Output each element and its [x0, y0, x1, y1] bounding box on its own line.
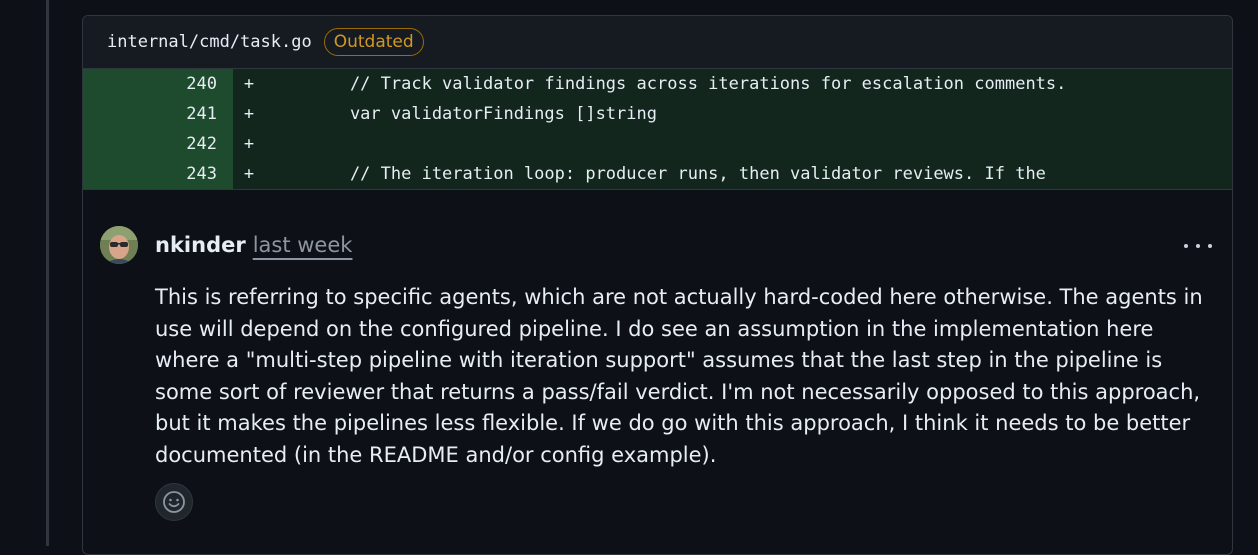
- line-number[interactable]: 241: [83, 99, 233, 129]
- comment: nkinder last week This is referring to s…: [83, 189, 1232, 550]
- code-text: // The iteration loop: producer runs, th…: [309, 164, 1046, 184]
- line-number[interactable]: 240: [83, 69, 233, 99]
- diff-hunk: 240 + // Track validator findings across…: [83, 69, 1232, 189]
- comment-header: nkinder last week: [155, 230, 352, 260]
- diff-line: 243 + // The iteration loop: producer ru…: [83, 159, 1232, 189]
- code-text: var validatorFindings []string: [309, 104, 657, 124]
- avatar[interactable]: [100, 226, 138, 264]
- kebab-horizontal-icon[interactable]: [1184, 236, 1212, 256]
- line-number[interactable]: 243: [83, 159, 233, 189]
- line-number[interactable]: 242: [83, 129, 233, 159]
- add-reaction-button[interactable]: [155, 483, 193, 521]
- diff-line: 240 + // Track validator findings across…: [83, 69, 1232, 99]
- user-avatar-icon: [100, 226, 138, 264]
- diff-line: 242 +: [83, 129, 1232, 159]
- file-header: internal/cmd/task.go Outdated: [83, 16, 1232, 69]
- smiley-icon: [163, 491, 185, 513]
- diff-sign: +: [243, 104, 255, 124]
- outdated-badge: Outdated: [323, 28, 424, 56]
- code-text: // Track validator findings across itera…: [309, 74, 1067, 94]
- timestamp-link[interactable]: last week: [253, 230, 353, 260]
- comment-body: This is referring to specific agents, wh…: [155, 285, 1203, 467]
- timeline-line: [46, 0, 49, 546]
- file-path-link[interactable]: internal/cmd/task.go: [107, 32, 312, 52]
- diff-sign: +: [243, 74, 255, 94]
- review-comment-thread: internal/cmd/task.go Outdated 240 + // T…: [82, 15, 1233, 555]
- author-link[interactable]: nkinder: [155, 230, 246, 260]
- diff-sign: +: [243, 134, 255, 154]
- diff-line: 241 + var validatorFindings []string: [83, 99, 1232, 129]
- diff-sign: +: [243, 164, 255, 184]
